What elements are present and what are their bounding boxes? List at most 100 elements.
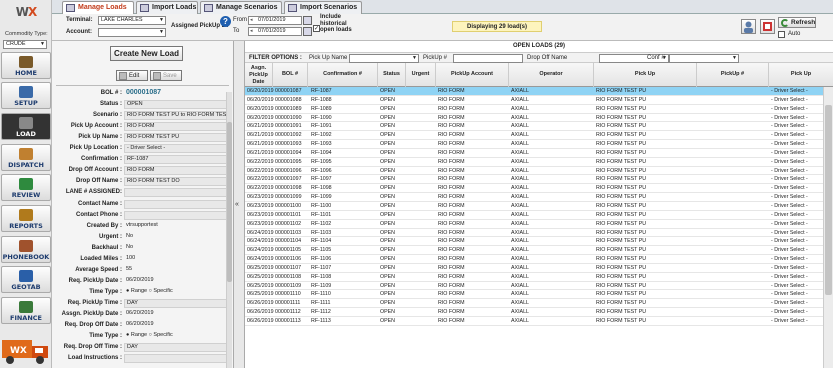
field-value[interactable]: - Driver Select -: [124, 144, 228, 154]
filter-pickup-number-input[interactable]: [453, 54, 523, 63]
col-bol[interactable]: BOL #: [273, 63, 308, 87]
tab-import-loads[interactable]: Import Loads: [136, 1, 198, 14]
table-row[interactable]: 06/24/2019 000001103 RF-1103 OPEN RIO FORM AX…: [245, 229, 823, 238]
commodity-type-select[interactable]: CRUDE ▼: [3, 40, 47, 49]
nav-reports[interactable]: REPORTS: [1, 205, 51, 232]
field-value[interactable]: RIO FORM TEST PU: [124, 133, 228, 143]
col-confirmation[interactable]: Confirmation #: [308, 63, 378, 87]
table-row[interactable]: 06/26/2019 000001111 RF-1111 OPEN RIO FORM AX…: [245, 299, 823, 309]
field-value[interactable]: DAY: [124, 298, 228, 308]
filter-pickup-name-select[interactable]: ▼: [349, 54, 419, 63]
filter-conf-select[interactable]: ▼: [669, 54, 739, 63]
nav-load[interactable]: LOAD: [1, 113, 51, 140]
table-row[interactable]: 06/24/2019 000001106 RF-1106 OPEN RIO FORM AX…: [245, 255, 823, 264]
create-new-load-button[interactable]: Create New Load: [110, 46, 183, 61]
col-status[interactable]: Status: [378, 63, 406, 87]
panel-splitter[interactable]: «: [234, 41, 245, 368]
field-value[interactable]: [124, 199, 228, 209]
field-label: Urgent :: [99, 233, 122, 240]
field-value[interactable]: [124, 354, 228, 364]
field-value[interactable]: [124, 188, 228, 198]
field-value[interactable]: RF-1087: [124, 155, 228, 165]
table-row[interactable]: 06/22/2019 000001097 RF-1097 OPEN RIO FORM AX…: [245, 175, 823, 185]
nav-review[interactable]: REVIEW: [1, 174, 51, 201]
table-cell: AXIALL: [511, 247, 529, 254]
from-date-input[interactable]: ◂ 07/01/2019: [248, 16, 312, 25]
col-pick-up-location[interactable]: Pick Up: [769, 63, 833, 87]
col-pick-up[interactable]: Pick Up: [594, 63, 697, 87]
table-row[interactable]: 06/26/2019 000001113 RF-1113 OPEN RIO FORM AX…: [245, 317, 823, 326]
col-operator[interactable]: Operator: [509, 63, 594, 87]
field-value[interactable]: OPEN: [124, 100, 228, 110]
collapse-arrow-icon[interactable]: «: [235, 201, 239, 208]
col-urgent[interactable]: Urgent: [406, 63, 436, 87]
table-row[interactable]: 06/22/2019 000001096 RF-1096 OPEN RIO FORM AX…: [245, 167, 823, 176]
save-button[interactable]: Save: [150, 70, 182, 81]
field-value[interactable]: RIO FORM: [124, 166, 228, 176]
refresh-button[interactable]: Refresh: [778, 17, 816, 28]
table-cell: RIO FORM TEST PU: [596, 149, 647, 156]
terminal-select[interactable]: LAKE CHARLES ▼: [98, 16, 166, 25]
table-row[interactable]: 06/20/2019 000001088 RF-1088 OPEN RIO FORM AX…: [245, 96, 823, 105]
table-row[interactable]: 06/20/2019 000001089 RF-1089 OPEN RIO FORM AX…: [245, 105, 823, 114]
field-value[interactable]: RIO FORM TEST DO: [124, 177, 228, 187]
table-row[interactable]: 06/21/2019 000001092 RF-1092 OPEN RIO FORM AX…: [245, 131, 823, 141]
settings-button[interactable]: [760, 19, 775, 34]
table-row[interactable]: 06/23/2019 000001102 RF-1102 OPEN RIO FORM AX…: [245, 220, 823, 229]
field-value[interactable]: RIO FORM: [124, 122, 228, 132]
field-value: ● Range ○ Specific: [126, 287, 173, 294]
auto-refresh-checkbox[interactable]: [778, 31, 785, 38]
field-value[interactable]: [124, 210, 228, 220]
field-row: Req. Drop Off Date : 06/20/2019: [52, 321, 232, 332]
left-panel-scrollbar[interactable]: [226, 92, 232, 368]
help-icon[interactable]: ?: [220, 16, 231, 27]
field-value[interactable]: RIO FORM TEST PU to RIO FORM TEST: [124, 111, 228, 121]
col-pickup-account[interactable]: PickUp Account: [436, 63, 509, 87]
grid-vertical-scrollbar[interactable]: [823, 87, 833, 368]
include-historical-checkbox[interactable]: ✓: [313, 25, 320, 32]
table-row[interactable]: 06/24/2019 000001104 RF-1104 OPEN RIO FORM AX…: [245, 237, 823, 247]
nav-finance[interactable]: FINANCE: [1, 297, 51, 324]
account-select[interactable]: ▼: [98, 28, 166, 37]
table-cell: OPEN: [380, 158, 396, 165]
table-row[interactable]: 06/26/2019 000001112 RF-1112 OPEN RIO FORM AX…: [245, 308, 823, 317]
table-row[interactable]: 06/23/2019 000001100 RF-1100 OPEN RIO FORM AX…: [245, 202, 823, 211]
field-value[interactable]: DAY: [124, 343, 228, 353]
table-row[interactable]: 06/20/2019 000001087 RF-1087 OPEN RIO FORM AX…: [245, 87, 823, 96]
nav-setup[interactable]: SETUP: [1, 82, 51, 109]
scroll-thumb[interactable]: [227, 122, 232, 282]
col-asgn-pickup-date[interactable]: Asgn. PickUp Date: [245, 63, 273, 87]
tab-import-scenarios[interactable]: Import Scenarios: [284, 1, 362, 14]
table-row[interactable]: 06/20/2019 000001090 RF-1090 OPEN RIO FORM AX…: [245, 114, 823, 123]
table-cell: 06/22/2019: [247, 176, 274, 183]
table-row[interactable]: 06/25/2019 000001109 RF-1109 OPEN RIO FORM AX…: [245, 282, 823, 291]
col-pickup-number[interactable]: PickUp #: [697, 63, 769, 87]
user-profile-button[interactable]: [741, 19, 756, 34]
nav-dispatch[interactable]: DISPATCH: [1, 144, 51, 171]
table-row[interactable]: 06/22/2019 000001098 RF-1098 OPEN RIO FORM AX…: [245, 184, 823, 194]
table-row[interactable]: 06/23/2019 000001099 RF-1099 OPEN RIO FORM AX…: [245, 193, 823, 202]
table-row[interactable]: 06/23/2019 000001101 RF-1101 OPEN RIO FORM AX…: [245, 211, 823, 220]
nav-phonebook[interactable]: PHONEBOOK: [1, 236, 51, 263]
table-row[interactable]: 06/25/2019 000001110 RF-1110 OPEN RIO FORM AX…: [245, 290, 823, 300]
table-row[interactable]: 06/24/2019 000001105 RF-1105 OPEN RIO FORM AX…: [245, 246, 823, 256]
table-row[interactable]: 06/21/2019 000001094 RF-1094 OPEN RIO FORM AX…: [245, 149, 823, 158]
nav-geotab[interactable]: GEOTAB: [1, 266, 51, 293]
table-cell: 000001098: [275, 185, 302, 192]
user-icon: [744, 21, 753, 33]
scroll-thumb[interactable]: [825, 105, 832, 295]
table-row[interactable]: 06/21/2019 000001093 RF-1093 OPEN RIO FORM AX…: [245, 140, 823, 149]
edit-button[interactable]: Edit: [116, 70, 148, 81]
table-row[interactable]: 06/25/2019 000001108 RF-1108 OPEN RIO FORM AX…: [245, 273, 823, 282]
to-date-input[interactable]: ◂ 07/01/2019: [248, 27, 312, 36]
edit-icon: [119, 72, 127, 80]
table-row[interactable]: 06/25/2019 000001107 RF-1107 OPEN RIO FORM AX…: [245, 264, 823, 273]
calendar-icon[interactable]: [303, 16, 312, 25]
table-row[interactable]: 06/22/2019 000001095 RF-1095 OPEN RIO FORM AX…: [245, 158, 823, 167]
calendar-icon[interactable]: [303, 27, 312, 36]
nav-home[interactable]: HOME: [1, 52, 51, 79]
tab-manage-scenarios[interactable]: Manage Scenarios: [200, 1, 282, 14]
tab-manage-loads[interactable]: Manage Loads: [62, 1, 134, 14]
table-row[interactable]: 06/21/2019 000001091 RF-1091 OPEN RIO FORM AX…: [245, 122, 823, 132]
field-value: vtrsupportest: [126, 221, 158, 228]
